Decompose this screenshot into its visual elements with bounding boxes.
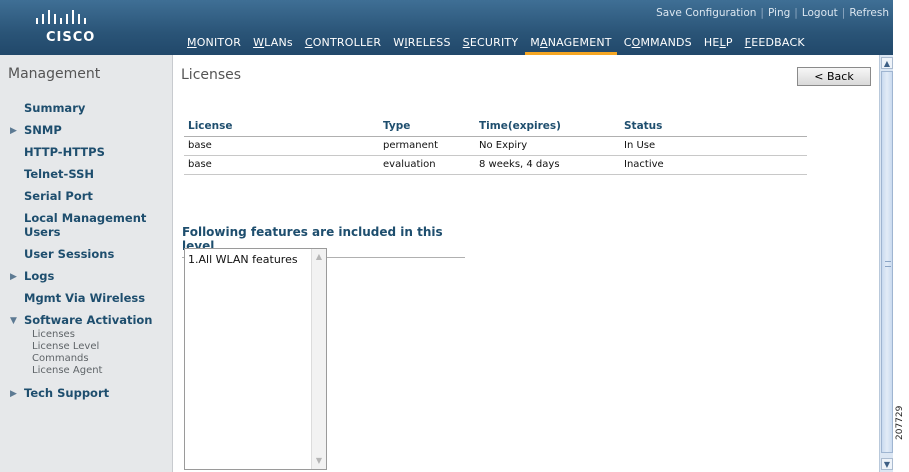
subitem-license-level[interactable]: License Level (0, 341, 173, 353)
sidebar-item-label: Telnet-SSH (24, 167, 94, 181)
sidebar-item-label: Local Management Users (24, 211, 147, 239)
main-nav: MONITOR WLANs CONTROLLER WIRELESS SECURITY MA… (182, 36, 812, 55)
sidebar-item-telnet-ssh[interactable]: Telnet-SSH (0, 167, 173, 181)
subitem-licenses[interactable]: Licenses (0, 329, 173, 341)
sidebar-item-label: Tech Support (24, 386, 110, 400)
cell-status: In Use (620, 136, 807, 156)
scroll-down-icon[interactable]: ▼ (881, 458, 893, 470)
nav-security[interactable]: SECURITY (458, 36, 524, 55)
cisco-bars-icon (36, 10, 86, 24)
sidebar-item-serial-port[interactable]: Serial Port (0, 189, 173, 203)
sidebar-title: Management (8, 66, 101, 82)
triangle-right-icon: ▶ (10, 126, 17, 136)
sidebar-item-summary[interactable]: Summary (0, 101, 173, 115)
sidebar-item-mgmt-via-wireless[interactable]: Mgmt Via Wireless (0, 291, 173, 305)
sidebar-item-logs[interactable]: ▶ Logs (0, 269, 173, 283)
subitem-commands[interactable]: Commands (0, 353, 173, 365)
nav-management[interactable]: MANAGEMENT (525, 36, 617, 55)
sidebar-item-user-sessions[interactable]: User Sessions (0, 247, 173, 261)
sidebar-item-label: HTTP-HTTPS (24, 145, 105, 159)
save-configuration-link[interactable]: Save Configuration (656, 7, 756, 19)
separator: | (794, 7, 798, 19)
triangle-down-icon: ▼ (10, 316, 17, 326)
features-textarea[interactable]: 1.All WLAN features ▲ ▼ (184, 248, 327, 470)
column-header-type: Type (379, 118, 475, 137)
nav-wireless[interactable]: WIRELESS (388, 36, 455, 55)
separator: | (760, 7, 764, 19)
sidebar-menu: Summary ▶ SNMP HTTP-HTTPS Telnet-SSH Serial P… (0, 101, 173, 408)
table-row: base evaluation 8 weeks, 4 days Inactive (184, 155, 807, 175)
scroll-up-icon[interactable]: ▲ (314, 252, 324, 262)
features-scrollbar[interactable]: ▲ ▼ (311, 249, 326, 469)
triangle-right-icon: ▶ (10, 272, 17, 282)
figure-id: 207729 (895, 405, 905, 440)
separator: | (841, 7, 846, 19)
sidebar-item-label: User Sessions (24, 247, 115, 261)
subitem-license-agent[interactable]: License Agent (0, 365, 173, 377)
sidebar-item-local-management-users[interactable]: Local Management Users (0, 211, 173, 239)
nav-feedback[interactable]: FEEDBACK (740, 36, 810, 55)
cell-license: base (184, 155, 379, 175)
licenses-table: License Type Time(expires) Status base p… (184, 118, 807, 175)
table-header-row: License Type Time(expires) Status (184, 118, 807, 137)
scroll-up-icon[interactable]: ▲ (881, 57, 893, 69)
sidebar-item-label: Mgmt Via Wireless (24, 291, 146, 305)
sidebar-item-label: Summary (24, 101, 86, 115)
cell-type: evaluation (379, 155, 475, 175)
cell-type: permanent (379, 136, 475, 156)
triangle-right-icon: ▶ (10, 389, 17, 399)
top-links: Save Configuration | Ping | Logout | Refresh (656, 7, 889, 19)
sidebar-item-software-activation[interactable]: ▼ Software Activation (0, 313, 173, 327)
sidebar-item-label: Logs (24, 269, 55, 283)
sidebar-item-label: Software Activation (24, 313, 153, 327)
sidebar-item-snmp[interactable]: ▶ SNMP (0, 123, 173, 137)
refresh-link[interactable]: Refresh (849, 7, 889, 19)
cell-time-expires: 8 weeks, 4 days (475, 155, 620, 175)
nav-wlans[interactable]: WLANs (248, 36, 298, 55)
column-header-time-expires: Time(expires) (475, 118, 620, 137)
nav-monitor[interactable]: MONITOR (182, 36, 246, 55)
nav-controller[interactable]: CONTROLLER (300, 36, 386, 55)
column-header-license: License (184, 118, 379, 137)
sidebar-item-http-https[interactable]: HTTP-HTTPS (0, 145, 173, 159)
nav-commands[interactable]: COMMANDS (619, 36, 697, 55)
nav-help[interactable]: HELP (699, 36, 738, 55)
main-content: Licenses < Back License Type Time(expire… (174, 55, 879, 472)
scroll-thumb[interactable] (881, 71, 893, 453)
grip-icon (885, 261, 891, 267)
ping-link[interactable]: Ping (768, 7, 790, 19)
cell-license: base (184, 136, 379, 156)
table-row: base permanent No Expiry In Use (184, 136, 807, 156)
page-title: Licenses (181, 67, 242, 83)
sidebar-item-tech-support[interactable]: ▶ Tech Support (0, 386, 173, 400)
features-text: 1.All WLAN features (188, 253, 298, 266)
cell-time-expires: No Expiry (475, 136, 620, 156)
logo-text: CISCO (46, 30, 96, 45)
sidebar-item-label: SNMP (24, 123, 62, 137)
logout-link[interactable]: Logout (802, 7, 838, 19)
cell-status: Inactive (620, 155, 807, 175)
window-scrollbar[interactable]: ▲ ▼ (879, 55, 893, 472)
sidebar: Management Summary ▶ SNMP HTTP-HTTPS Telnet-… (0, 55, 173, 472)
column-header-status: Status (620, 118, 807, 137)
back-button[interactable]: < Back (797, 67, 871, 86)
top-header: CISCO Save Configuration | Ping | Logout | Ref… (0, 0, 893, 55)
scroll-down-icon[interactable]: ▼ (314, 456, 324, 466)
cisco-logo: CISCO (26, 8, 136, 48)
sidebar-item-label: Serial Port (24, 189, 93, 203)
